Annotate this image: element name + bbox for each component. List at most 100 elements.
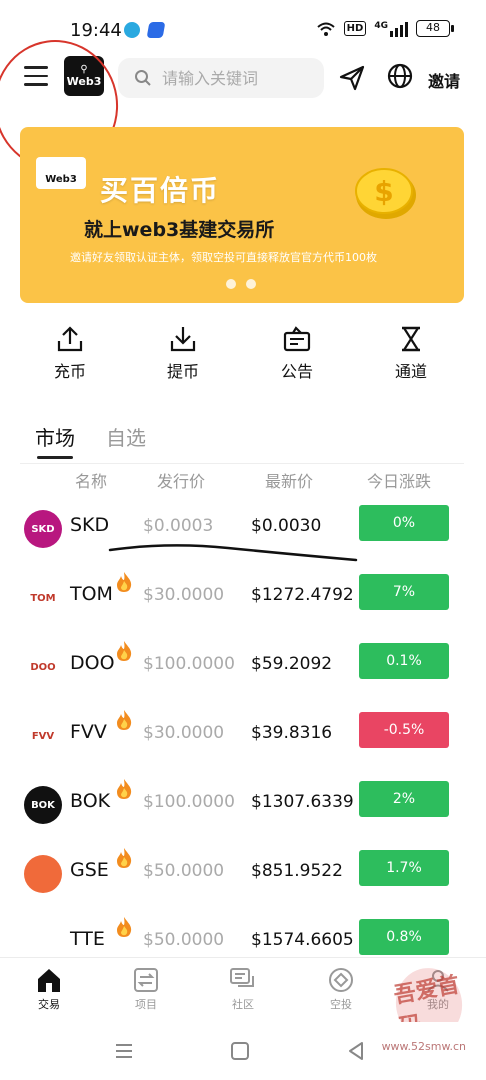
coin-symbol: BOK <box>70 790 111 812</box>
hot-flame-icon <box>115 571 133 593</box>
back-key-icon[interactable] <box>346 1041 366 1061</box>
nav-airdrop[interactable]: 空投 <box>311 966 371 1012</box>
carousel-dots[interactable] <box>226 279 256 289</box>
logo-text: Web3 <box>66 74 102 88</box>
app-logo[interactable]: ⚲ Web3 <box>64 56 104 96</box>
change-badge[interactable]: 7% <box>359 574 449 610</box>
home-key-icon[interactable] <box>230 1041 250 1061</box>
issue-price: $100.0000 <box>143 654 235 674</box>
nav-label: 空投 <box>330 998 352 1011</box>
col-name: 名称 <box>75 472 108 491</box>
globe-icon[interactable] <box>386 62 414 90</box>
col-latest-price: 最新价 <box>265 472 314 491</box>
change-badge[interactable]: 0% <box>359 505 449 541</box>
signal-icon: 4G <box>374 21 408 37</box>
action-announcement[interactable]: 公告 <box>257 318 337 382</box>
action-label: 通道 <box>394 362 427 381</box>
hot-flame-icon <box>115 709 133 731</box>
table-row[interactable]: GSE $50.0000 $851.9522 1.7% <box>0 841 486 909</box>
nav-label: 项目 <box>135 998 157 1011</box>
send-icon[interactable] <box>338 64 366 92</box>
change-badge[interactable]: 0.1% <box>359 643 449 679</box>
coin-symbol: SKD <box>70 514 110 536</box>
coin-logo-icon: TOM <box>24 579 62 617</box>
action-deposit[interactable]: 充币 <box>30 318 110 382</box>
action-channel[interactable]: 通道 <box>371 318 451 382</box>
coin-icon: $ <box>355 168 416 219</box>
table-row[interactable]: BOK BOK $100.0000 $1307.6339 2% <box>0 772 486 840</box>
latest-price: $59.2092 <box>251 654 333 674</box>
wifi-icon <box>317 22 335 36</box>
chat-icon <box>230 968 254 987</box>
app-notification-icon <box>146 22 166 38</box>
hot-flame-icon <box>115 847 133 869</box>
change-badge[interactable]: 2% <box>359 781 449 817</box>
swap-icon <box>134 968 158 992</box>
carousel-dot[interactable] <box>226 279 236 289</box>
action-label: 提币 <box>166 362 199 381</box>
message-app-icon <box>124 22 140 38</box>
action-label: 公告 <box>280 362 313 381</box>
latest-price: $1272.4792 <box>251 585 354 605</box>
action-withdraw[interactable]: 提币 <box>143 318 223 382</box>
latest-price: $851.9522 <box>251 861 343 881</box>
tab-watchlist[interactable]: 自选 <box>106 422 146 451</box>
divider <box>20 463 464 464</box>
svg-text:$: $ <box>374 175 393 208</box>
latest-price: $39.8316 <box>251 723 333 743</box>
table-row[interactable]: SKD SKD $0.0003 $0.0030 0% <box>0 496 486 564</box>
battery-icon: 48 <box>416 20 454 37</box>
nav-trade[interactable]: 交易 <box>19 966 79 1012</box>
issue-price: $0.0003 <box>143 516 214 536</box>
issue-price: $30.0000 <box>143 723 225 743</box>
market-tabs: 市场 自选 <box>0 418 486 464</box>
action-label: 充币 <box>53 362 86 381</box>
download-icon <box>170 327 196 352</box>
nav-projects[interactable]: 项目 <box>116 966 176 1012</box>
banner-logo: Web3 <box>36 157 86 189</box>
col-issue-price: 发行价 <box>157 472 206 491</box>
coin-symbol: DOO <box>70 652 115 674</box>
change-badge[interactable]: 0.8% <box>359 919 449 955</box>
table-row[interactable]: TOM TOM $30.0000 $1272.4792 7% <box>0 565 486 633</box>
hot-flame-icon <box>115 778 133 800</box>
nav-label: 社区 <box>232 998 254 1011</box>
hot-flame-icon <box>115 916 133 938</box>
carousel-dot[interactable] <box>246 279 256 289</box>
menu-key-icon[interactable] <box>114 1042 134 1060</box>
coin-logo-icon: FVV <box>24 717 62 755</box>
search-input[interactable] <box>162 68 312 88</box>
issue-price: $50.0000 <box>143 861 225 881</box>
nav-community[interactable]: 社区 <box>213 966 273 1012</box>
issue-price: $100.0000 <box>143 792 235 812</box>
col-change: 今日涨跌 <box>367 472 432 491</box>
watermark-url: www.52smw.cn <box>381 1040 466 1053</box>
search-bar[interactable] <box>118 58 324 98</box>
quick-actions: 充币 提币 公告 通道 <box>0 318 486 388</box>
change-badge[interactable]: 1.7% <box>359 850 449 886</box>
status-indicators: HD 4G 48 <box>316 20 454 37</box>
change-badge[interactable]: -0.5% <box>359 712 449 748</box>
issue-price: $50.0000 <box>143 930 225 950</box>
search-icon <box>135 70 151 86</box>
banner-title: 买百倍币 <box>100 174 221 207</box>
banner-subtitle: 就上web3基建交易所 <box>84 219 275 241</box>
tab-market[interactable]: 市场 <box>35 422 75 451</box>
menu-icon[interactable] <box>24 66 48 86</box>
nav-label: 交易 <box>38 998 60 1011</box>
latest-price: $0.0030 <box>251 516 322 536</box>
app-header: ⚲ Web3 邀请 <box>0 52 486 108</box>
network-type: 4G <box>374 20 388 31</box>
hot-flame-icon <box>115 640 133 662</box>
status-bar: 19:44 HD 4G 48 <box>0 0 486 60</box>
promo-banner[interactable]: Web3 买百倍币 就上web3基建交易所 邀请好友领取认证主体，领取空投可直接… <box>20 127 464 303</box>
tab-indicator <box>37 456 73 459</box>
latest-price: $1574.6605 <box>251 930 354 950</box>
airdrop-icon <box>329 968 353 992</box>
table-row[interactable]: FVV FVV $30.0000 $39.8316 -0.5% <box>0 703 486 771</box>
latest-price: $1307.6339 <box>251 792 354 812</box>
invite-button[interactable]: 邀请 <box>428 68 460 92</box>
coin-logo-icon: SKD <box>24 510 62 548</box>
table-row[interactable]: DOO DOO $100.0000 $59.2092 0.1% <box>0 634 486 702</box>
coin-symbol: GSE <box>70 859 109 881</box>
